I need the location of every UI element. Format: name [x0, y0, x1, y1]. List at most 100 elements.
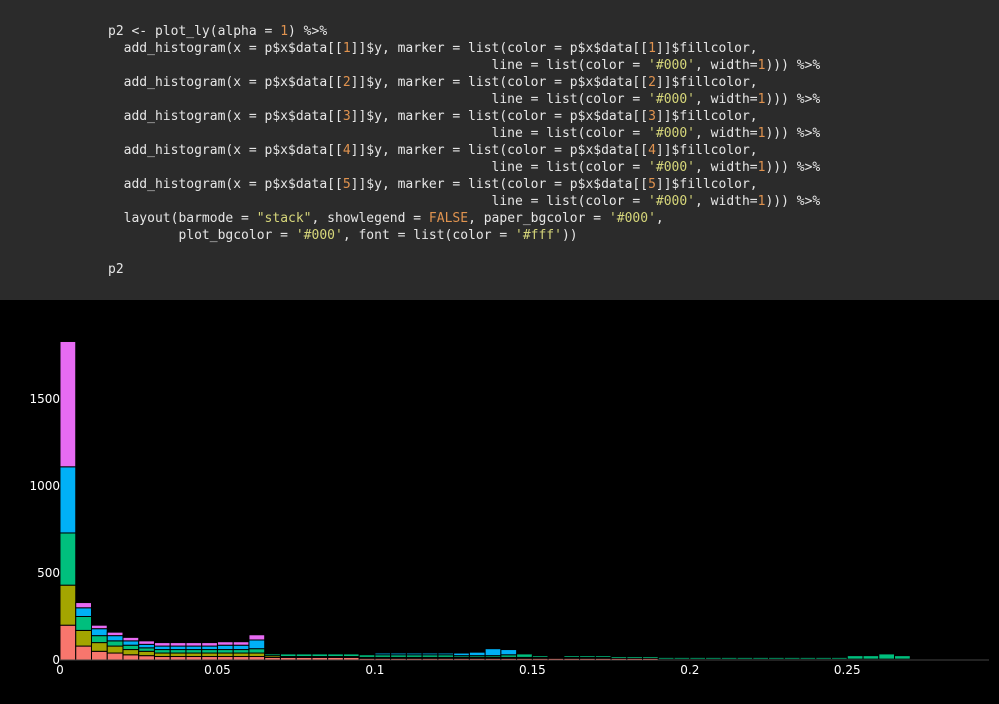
histogram-bar-series-4[interactable]: [122, 640, 140, 646]
histogram-bar-series-5[interactable]: [138, 640, 155, 645]
histogram-bar-series-3[interactable]: [138, 647, 155, 652]
histogram-bar-series-3[interactable]: [327, 653, 344, 658]
histogram-bar-series-4[interactable]: [500, 649, 518, 656]
histogram-bar-series-2[interactable]: [185, 652, 203, 658]
histogram-bar-series-2[interactable]: [122, 649, 140, 656]
histogram-bar-series-4[interactable]: [232, 644, 250, 651]
histogram-bar-series-3[interactable]: [264, 653, 281, 657]
histogram-bar-series-1[interactable]: [90, 650, 108, 661]
histogram-bar-series-1[interactable]: [216, 656, 234, 661]
histogram-bar-series-3[interactable]: [311, 653, 329, 658]
histogram-bar-series-3[interactable]: [799, 656, 817, 660]
histogram-bar-series-3[interactable]: [75, 615, 92, 631]
histogram-bar-series-3[interactable]: [531, 655, 549, 658]
histogram-bar-series-4[interactable]: [374, 652, 392, 656]
histogram-bar-series-1[interactable]: [106, 652, 124, 661]
histogram-bar-series-1[interactable]: [232, 656, 250, 661]
histogram-bar-series-1[interactable]: [248, 656, 266, 661]
histogram-bar-series-2[interactable]: [90, 642, 108, 652]
histogram-bar-series-3[interactable]: [673, 656, 691, 660]
histogram-bar-series-2[interactable]: [248, 652, 266, 658]
histogram-bar-series-4[interactable]: [169, 645, 187, 651]
histogram-bar-series-3[interactable]: [153, 649, 171, 654]
histogram-bar-series-4[interactable]: [248, 639, 266, 650]
histogram-bar-series-3[interactable]: [122, 644, 140, 651]
histogram-bar-series-5[interactable]: [232, 641, 250, 646]
histogram-bar-series-3[interactable]: [626, 656, 644, 659]
histogram-bar-series-1[interactable]: [201, 656, 218, 661]
histogram-bar-series-1[interactable]: [988, 658, 999, 661]
histogram-bar-series-3[interactable]: [815, 656, 833, 660]
histogram-bar-series-3[interactable]: [90, 635, 108, 644]
histogram-bar-series-4[interactable]: [390, 652, 407, 656]
histogram-bar-series-3[interactable]: [846, 655, 864, 660]
histogram-bar-series-2[interactable]: [232, 652, 250, 658]
histogram-bar-series-3[interactable]: [358, 654, 376, 658]
histogram-bar-series-5[interactable]: [169, 642, 187, 647]
histogram-bar-series-4[interactable]: [201, 645, 218, 651]
histogram-bar-series-3[interactable]: [736, 656, 754, 660]
histogram-bar-series-4[interactable]: [153, 645, 171, 651]
histogram-bar-series-3[interactable]: [169, 649, 187, 654]
histogram-bar-series-3[interactable]: [547, 656, 565, 658]
histogram-bar-series-5[interactable]: [153, 642, 171, 647]
histogram-bar-series-3[interactable]: [894, 655, 911, 660]
histogram-bar-series-4[interactable]: [75, 607, 92, 617]
histogram-bar-series-2[interactable]: [75, 629, 92, 647]
histogram-bar-series-1[interactable]: [75, 645, 92, 661]
histogram-bar-series-3[interactable]: [201, 649, 218, 654]
histogram-bar-series-3[interactable]: [579, 655, 596, 658]
histogram-bar-series-4[interactable]: [484, 648, 502, 657]
histogram-bar-series-4[interactable]: [138, 643, 155, 649]
histogram-bar-series-3[interactable]: [216, 649, 234, 654]
histogram-bar-series-3[interactable]: [185, 649, 203, 654]
histogram-bar-series-3[interactable]: [657, 656, 675, 660]
histogram-bar-series-3[interactable]: [768, 656, 785, 660]
histogram-bar-series-5[interactable]: [122, 636, 140, 642]
histogram-bar-series-3[interactable]: [342, 653, 360, 658]
histogram-bar-series-5[interactable]: [59, 340, 77, 468]
histogram-bar-series-3[interactable]: [642, 656, 659, 659]
histogram-bar-series-1[interactable]: [138, 655, 155, 661]
histogram-bar-series-3[interactable]: [563, 655, 581, 658]
histogram-bar-series-1[interactable]: [185, 656, 203, 661]
histogram-bar-series-2[interactable]: [216, 652, 234, 658]
histogram-bar-series-5[interactable]: [201, 642, 218, 647]
histogram-bar-series-3[interactable]: [279, 653, 297, 658]
histogram-bar-series-1[interactable]: [122, 654, 140, 661]
histogram-bar-series-3[interactable]: [248, 648, 266, 654]
histogram-bar-series-2[interactable]: [169, 652, 187, 658]
histogram-bar-series-2[interactable]: [153, 652, 171, 658]
histogram-bar-series-3[interactable]: [705, 656, 722, 660]
histogram-bar-series-4[interactable]: [90, 628, 108, 637]
histogram-bar-series-5[interactable]: [248, 634, 266, 641]
histogram-bar-series-3[interactable]: [752, 656, 770, 660]
histogram-bar-series-5[interactable]: [216, 641, 234, 646]
histogram-bar-series-4[interactable]: [453, 652, 470, 657]
histogram-bar-series-1[interactable]: [169, 656, 187, 661]
histogram-bar-series-3[interactable]: [516, 653, 533, 658]
histogram-bar-series-3[interactable]: [232, 649, 250, 654]
histogram-bar-series-4[interactable]: [437, 652, 455, 656]
histogram-bar-series-4[interactable]: [185, 645, 203, 651]
histogram-bar-series-4[interactable]: [421, 652, 439, 656]
histogram-bar-series-3[interactable]: [689, 656, 707, 660]
histogram-bar-series-2[interactable]: [106, 645, 124, 654]
histogram-bar-series-2[interactable]: [59, 584, 77, 626]
histogram-bar-series-3[interactable]: [720, 656, 738, 660]
histogram-bar-series-5[interactable]: [75, 602, 92, 609]
histogram-bar-series-1[interactable]: [59, 624, 77, 661]
histogram-bar-series-5[interactable]: [185, 642, 203, 647]
histogram-bar-series-3[interactable]: [106, 640, 124, 647]
histogram-bar-series-3[interactable]: [862, 655, 880, 660]
histogram-bar-series-4[interactable]: [59, 466, 77, 534]
histogram-bar-series-4[interactable]: [106, 635, 124, 642]
histogram-bar-series-3[interactable]: [59, 532, 77, 586]
histogram-bar-series-5[interactable]: [90, 624, 108, 630]
histogram-bar-series-2[interactable]: [201, 652, 218, 658]
histogram-bar-series-3[interactable]: [878, 653, 896, 660]
histogram-bar-series-3[interactable]: [831, 656, 848, 660]
histogram-bar-series-4[interactable]: [405, 652, 423, 656]
histogram-bar-series-1[interactable]: [153, 656, 171, 661]
histogram-bar-series-4[interactable]: [216, 644, 234, 651]
